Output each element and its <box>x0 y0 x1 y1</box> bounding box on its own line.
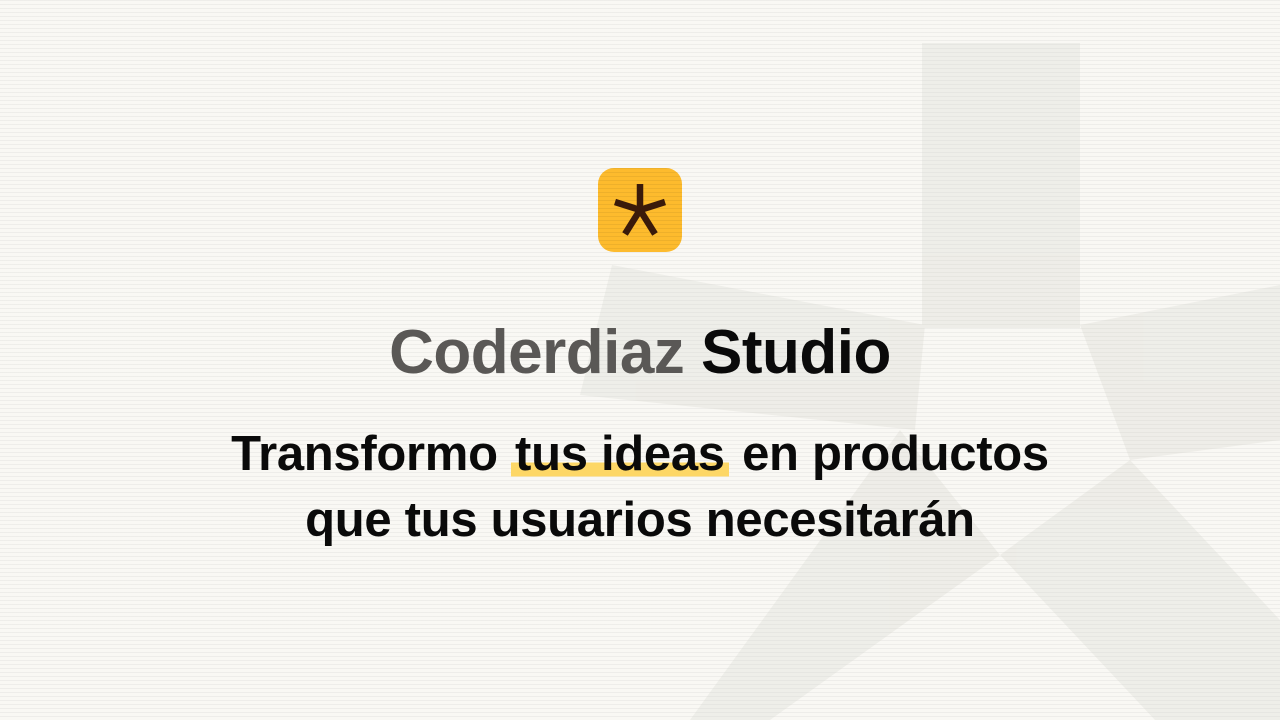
tagline: Transformo tus ideas en productos que tu… <box>0 421 1280 553</box>
tagline-highlight: tus ideas <box>511 427 729 481</box>
tagline-before: Transformo <box>231 427 498 481</box>
brand-name-second: Studio <box>701 318 891 387</box>
tagline-after: en productos <box>742 427 1049 481</box>
brand-title: Coderdiaz Studio <box>0 316 1280 390</box>
asterisk-icon <box>598 168 682 252</box>
logo <box>598 168 682 252</box>
tagline-line-2: que tus usuarios necesitarán <box>305 493 975 547</box>
tagline-line-1: Transformo tus ideas en productos <box>0 421 1280 487</box>
brand-name-first: Coderdiaz <box>389 318 685 387</box>
